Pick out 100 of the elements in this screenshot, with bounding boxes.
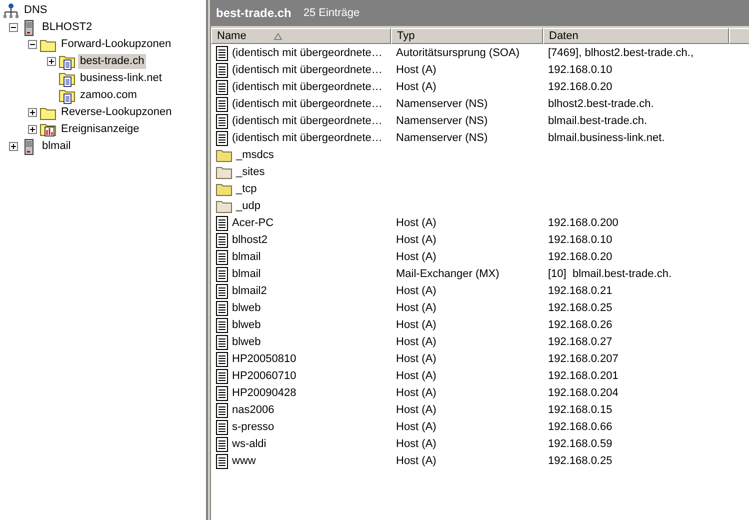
event-viewer-icon bbox=[40, 122, 56, 138]
record-type: Host (A) bbox=[396, 421, 436, 434]
folder-icon bbox=[40, 38, 56, 52]
expand-toggle[interactable] bbox=[28, 108, 37, 117]
document-icon bbox=[216, 267, 228, 282]
document-icon bbox=[216, 97, 228, 112]
record-data: blmail.best-trade.ch. bbox=[548, 115, 648, 128]
record-name[interactable]: (identisch mit übergeordnete… bbox=[232, 130, 382, 147]
tree-item[interactable]: BLHOST2 bbox=[40, 20, 94, 35]
document-icon bbox=[216, 216, 228, 231]
record-data: 192.168.0.200 bbox=[548, 217, 618, 230]
record-type: Namenserver (NS) bbox=[396, 132, 488, 144]
record-type: Host (A) bbox=[396, 336, 436, 348]
record-name[interactable]: _sites bbox=[236, 164, 265, 181]
record-data: 192.168.0.15 bbox=[548, 404, 612, 416]
folder-icon bbox=[40, 106, 56, 120]
sort-ascending-icon bbox=[274, 32, 282, 40]
expand-toggle[interactable] bbox=[9, 142, 18, 151]
record-data: blhost2.best-trade.ch. bbox=[548, 98, 654, 110]
record-name[interactable]: blmail2 bbox=[232, 283, 267, 300]
document-icon bbox=[216, 369, 228, 384]
folder-icon bbox=[216, 200, 232, 213]
record-data: 192.168.0.20 bbox=[548, 81, 612, 94]
record-name[interactable]: _udp bbox=[236, 198, 260, 215]
column-header[interactable]: Daten bbox=[543, 28, 729, 44]
tree-item[interactable]: Reverse-Lookupzonen bbox=[59, 105, 174, 120]
expand-toggle[interactable] bbox=[47, 57, 56, 66]
record-data: 192.168.0.25 bbox=[548, 455, 612, 468]
record-data: 192.168.0.20 bbox=[548, 251, 612, 264]
collapse-toggle[interactable] bbox=[28, 40, 37, 49]
record-data: 192.168.0.25 bbox=[548, 302, 612, 314]
document-icon bbox=[216, 420, 228, 435]
folder-icon bbox=[216, 149, 232, 162]
record-type: Host (A) bbox=[396, 285, 436, 298]
record-name[interactable]: HP20050810 bbox=[232, 351, 296, 368]
document-icon bbox=[216, 114, 228, 129]
tree-item[interactable]: Forward-Lookupzonen bbox=[59, 37, 174, 52]
zone-title: best-trade.ch bbox=[216, 5, 292, 22]
record-data: 192.168.0.10 bbox=[548, 64, 612, 76]
record-name[interactable]: blweb bbox=[232, 317, 261, 334]
record-data: 192.168.0.27 bbox=[548, 336, 612, 348]
record-name[interactable]: nas2006 bbox=[232, 402, 274, 419]
record-name[interactable]: www bbox=[232, 453, 256, 470]
record-name[interactable]: blmail bbox=[232, 266, 261, 283]
column-header[interactable]: Typ bbox=[391, 28, 543, 44]
record-name[interactable]: Acer-PC bbox=[232, 215, 274, 232]
record-type: Namenserver (NS) bbox=[396, 98, 488, 110]
record-name[interactable]: (identisch mit übergeordnete… bbox=[232, 96, 382, 113]
document-icon bbox=[216, 403, 228, 418]
record-data: 192.168.0.207 bbox=[548, 353, 618, 366]
document-icon bbox=[216, 335, 228, 350]
record-name[interactable]: (identisch mit übergeordnete… bbox=[232, 45, 382, 62]
tree-item[interactable]: zamoo.com bbox=[78, 88, 139, 103]
record-type: Namenserver (NS) bbox=[396, 115, 488, 128]
tree-item[interactable]: blmail bbox=[40, 139, 73, 154]
document-icon bbox=[216, 250, 228, 265]
record-name[interactable]: (identisch mit übergeordnete… bbox=[232, 79, 382, 96]
record-name[interactable]: ws-aldi bbox=[232, 436, 266, 453]
record-data: 192.168.0.59 bbox=[548, 438, 612, 450]
record-data: [7469], blhost2.best-trade.ch., bbox=[548, 47, 694, 60]
record-type: Host (A) bbox=[396, 302, 436, 314]
record-name[interactable]: blmail bbox=[232, 249, 261, 266]
tree-item[interactable]: business-link.net bbox=[78, 71, 164, 86]
document-icon bbox=[216, 284, 228, 299]
record-data: blmail.business-link.net. bbox=[548, 132, 665, 144]
record-data: 192.168.0.10 bbox=[548, 234, 612, 246]
document-icon bbox=[216, 131, 228, 146]
record-name[interactable]: s-presso bbox=[232, 419, 274, 436]
record-data: 192.168.0.204 bbox=[548, 387, 618, 400]
zone-icon bbox=[59, 54, 75, 70]
record-type: Host (A) bbox=[396, 319, 436, 332]
record-name[interactable]: HP20060710 bbox=[232, 368, 296, 385]
document-icon bbox=[216, 318, 228, 333]
zone-icon bbox=[59, 70, 75, 86]
record-name[interactable]: (identisch mit übergeordnete… bbox=[232, 113, 382, 130]
record-name[interactable]: HP20090428 bbox=[232, 385, 296, 402]
record-type: Host (A) bbox=[396, 217, 436, 230]
column-header[interactable] bbox=[729, 28, 749, 44]
column-header[interactable]: Name bbox=[211, 28, 391, 44]
tree-item[interactable]: Ereignisanzeige bbox=[59, 122, 142, 137]
document-icon bbox=[216, 80, 228, 95]
record-name[interactable]: _msdcs bbox=[236, 147, 274, 164]
record-type: Host (A) bbox=[396, 438, 436, 450]
expand-toggle[interactable] bbox=[28, 125, 37, 134]
collapse-toggle[interactable] bbox=[9, 23, 18, 32]
record-name[interactable]: blweb bbox=[232, 300, 261, 317]
folder-icon bbox=[216, 166, 232, 179]
record-type: Host (A) bbox=[396, 234, 436, 246]
tree-item[interactable]: DNS bbox=[22, 3, 50, 18]
record-name[interactable]: blweb bbox=[232, 334, 261, 351]
record-type: Host (A) bbox=[396, 251, 436, 264]
record-name[interactable]: (identisch mit übergeordnete… bbox=[232, 62, 382, 79]
document-icon bbox=[216, 352, 228, 367]
record-type: Host (A) bbox=[396, 353, 436, 366]
record-type: Autoritätsursprung (SOA) bbox=[396, 47, 520, 60]
record-name[interactable]: blhost2 bbox=[232, 232, 268, 249]
tree-item[interactable]: best-trade.ch bbox=[78, 54, 146, 69]
document-icon bbox=[216, 46, 228, 61]
record-name[interactable]: _tcp bbox=[236, 181, 257, 198]
document-icon bbox=[216, 301, 228, 316]
